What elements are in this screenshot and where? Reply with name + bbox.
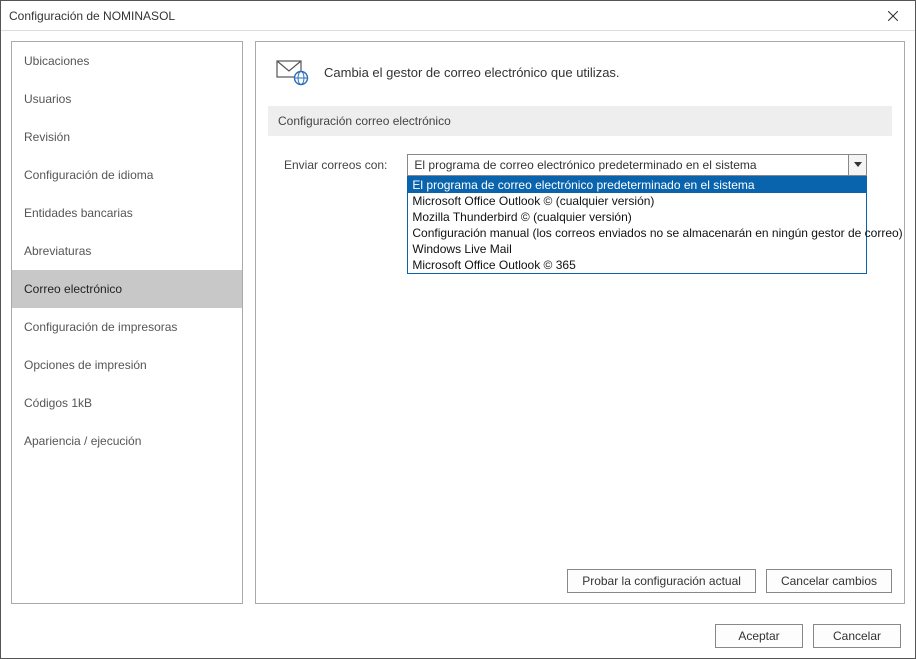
close-icon [888, 11, 898, 21]
content-bottom-buttons: Probar la configuración actual Cancelar … [567, 569, 892, 593]
window-title: Configuración de NOMINASOL [9, 9, 175, 23]
dropdown-option[interactable]: El programa de correo electrónico predet… [408, 177, 866, 193]
mail-client-combo-wrap: El programa de correo electrónico predet… [407, 154, 884, 176]
combo-selected-text: El programa de correo electrónico predet… [408, 158, 848, 172]
chevron-down-icon [854, 162, 862, 168]
dropdown-option[interactable]: Mozilla Thunderbird © (cualquier versión… [408, 209, 866, 225]
cancel-button[interactable]: Cancelar [813, 624, 901, 648]
dropdown-option[interactable]: Microsoft Office Outlook © (cualquier ve… [408, 193, 866, 209]
panels: UbicacionesUsuariosRevisiónConfiguración… [1, 31, 915, 614]
dropdown-option[interactable]: Microsoft Office Outlook © 365 [408, 257, 866, 273]
sidebar-item[interactable]: Correo electrónico [12, 270, 242, 308]
sidebar-item[interactable]: Abreviaturas [12, 232, 242, 270]
sidebar-item[interactable]: Usuarios [12, 80, 242, 118]
close-button[interactable] [870, 1, 915, 31]
mail-client-combo[interactable]: El programa de correo electrónico predet… [407, 154, 867, 176]
window-body: UbicacionesUsuariosRevisiónConfiguración… [1, 31, 915, 658]
sidebar-item[interactable]: Configuración de idioma [12, 156, 242, 194]
send-with-row: Enviar correos con: El programa de corre… [256, 136, 904, 176]
sidebar-item[interactable]: Apariencia / ejecución [12, 422, 242, 460]
mail-globe-icon [276, 58, 310, 86]
accept-button[interactable]: Aceptar [715, 624, 803, 648]
test-config-button[interactable]: Probar la configuración actual [567, 569, 756, 593]
sidebar-item[interactable]: Revisión [12, 118, 242, 156]
config-window: Configuración de NOMINASOL UbicacionesUs… [0, 0, 916, 659]
sidebar-item[interactable]: Entidades bancarias [12, 194, 242, 232]
sidebar-item[interactable]: Configuración de impresoras [12, 308, 242, 346]
sidebar-item[interactable]: Ubicaciones [12, 42, 242, 80]
mail-client-dropdown[interactable]: El programa de correo electrónico predet… [407, 176, 867, 274]
sidebar: UbicacionesUsuariosRevisiónConfiguración… [11, 41, 243, 604]
dialog-footer: Aceptar Cancelar [1, 614, 915, 658]
dropdown-option[interactable]: Windows Live Mail [408, 241, 866, 257]
combo-dropdown-button[interactable] [848, 155, 866, 175]
content-description: Cambia el gestor de correo electrónico q… [324, 65, 620, 80]
sidebar-item[interactable]: Opciones de impresión [12, 346, 242, 384]
section-header: Configuración correo electrónico [268, 106, 892, 136]
titlebar: Configuración de NOMINASOL [1, 1, 915, 31]
send-with-label: Enviar correos con: [284, 158, 387, 172]
content-panel: Cambia el gestor de correo electrónico q… [255, 41, 905, 604]
sidebar-item[interactable]: Códigos 1kB [12, 384, 242, 422]
content-header: Cambia el gestor de correo electrónico q… [256, 42, 904, 96]
dropdown-option[interactable]: Configuración manual (los correos enviad… [408, 225, 866, 241]
cancel-changes-button[interactable]: Cancelar cambios [766, 569, 892, 593]
